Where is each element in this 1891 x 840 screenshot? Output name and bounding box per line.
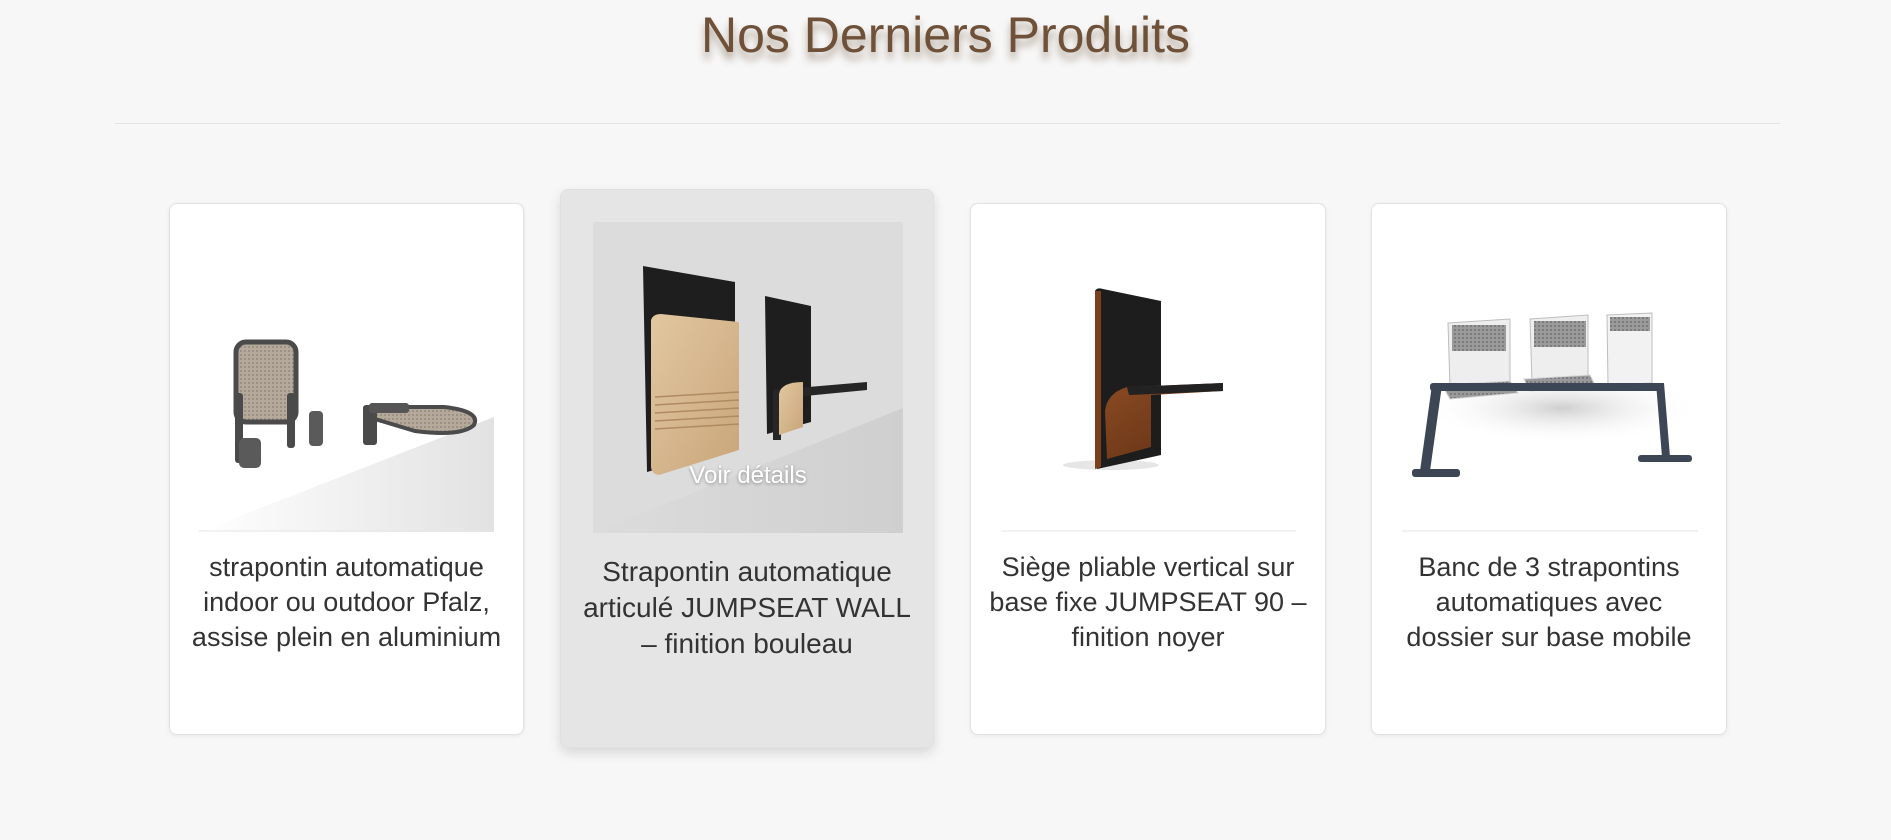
product-image[interactable]: Voir détails [593,222,903,533]
product-card[interactable]: strapontin automatique indoor ou outdoor… [169,203,524,735]
latest-products-section: Nos Derniers Produits strapontin automat… [0,0,1891,840]
folding-seat-walnut-icon [1001,288,1296,532]
folding-seat-metal-icon [199,339,494,532]
section-divider [115,123,1780,124]
product-title[interactable]: Strapontin automatique articulé JUMPSEAT… [579,554,915,662]
product-image[interactable] [1402,233,1698,532]
section-title: Nos Derniers Produits [700,7,1191,63]
product-title[interactable]: Siège pliable vertical sur base fixe JUM… [989,550,1307,655]
product-card[interactable]: Siège pliable vertical sur base fixe JUM… [970,203,1326,735]
product-title[interactable]: Banc de 3 strapontins automatiques avec … [1390,550,1708,655]
product-card[interactable]: Voir détails Strapontin automatique arti… [560,189,934,748]
bench-three-seats-icon [1402,312,1698,532]
product-card[interactable]: Banc de 3 strapontins automatiques avec … [1371,203,1727,735]
view-details-label[interactable]: Voir détails [593,462,903,490]
product-image[interactable] [1001,233,1296,532]
product-image[interactable] [199,233,494,532]
product-title[interactable]: strapontin automatique indoor ou outdoor… [188,550,505,655]
